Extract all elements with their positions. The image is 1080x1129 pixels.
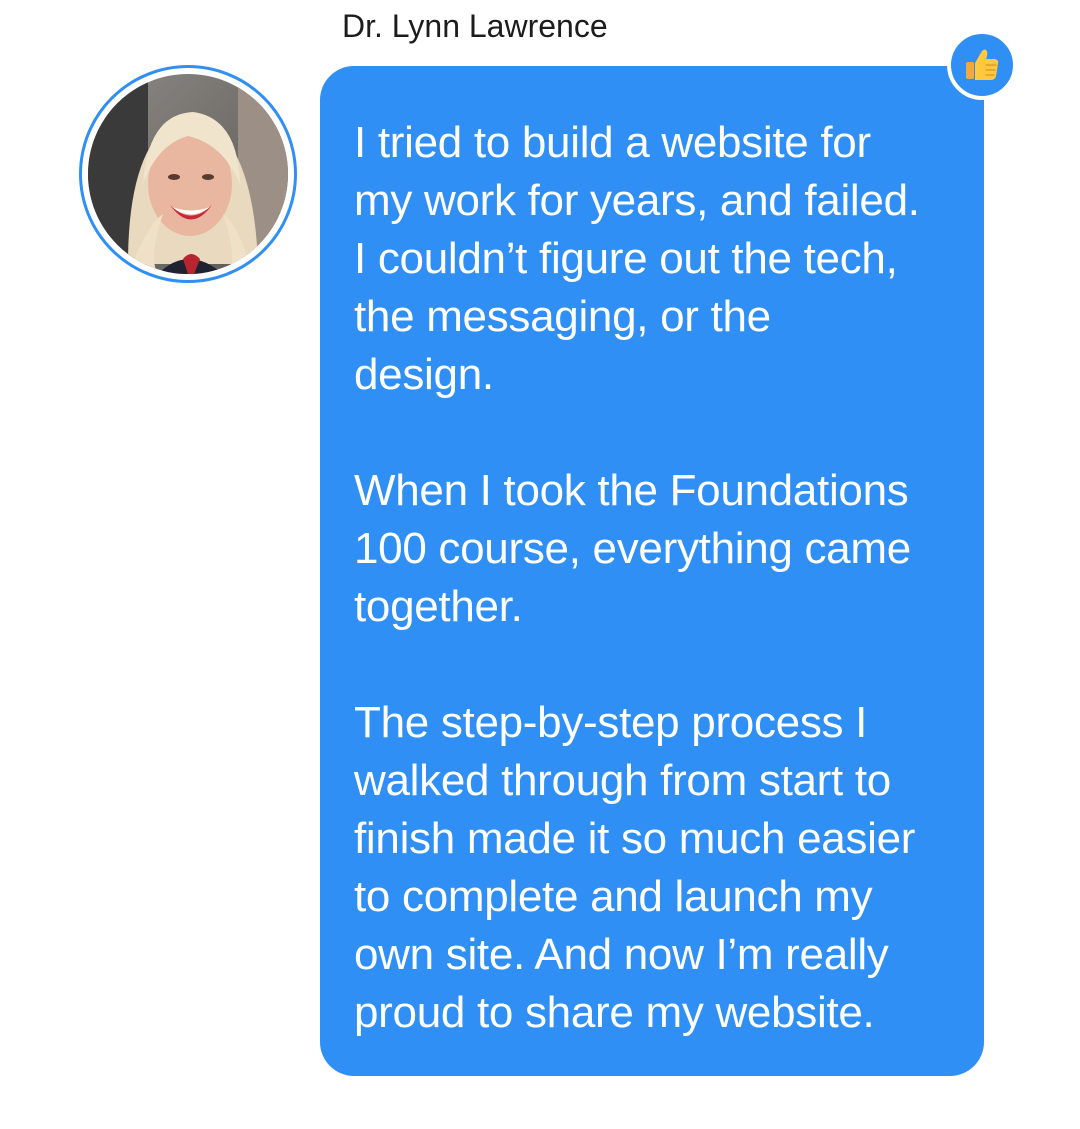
avatar-photo [88,74,288,274]
avatar[interactable] [79,65,297,283]
message-paragraph: The step-by-step process I walked throug… [354,698,916,1037]
message-bubble[interactable]: I tried to build a website for my work f… [320,66,984,1076]
thumbs-up-icon [966,49,999,80]
reaction-badge[interactable] [947,30,1017,100]
message-paragraph: I tried to build a website for my work f… [354,118,920,399]
sender-name: Dr. Lynn Lawrence [342,8,608,44]
message-paragraph: When I took the Foundations 100 course, … [354,466,911,631]
